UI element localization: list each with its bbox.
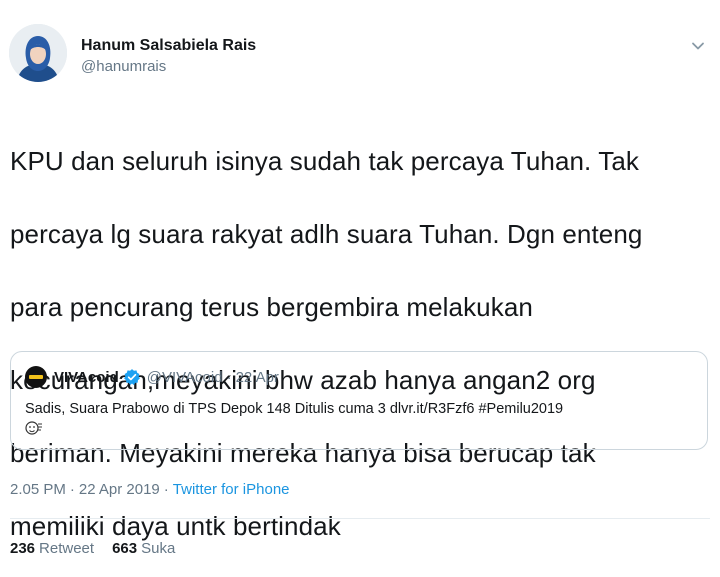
meta-separator: · xyxy=(163,481,169,498)
quoted-date: 22 Apr xyxy=(235,368,279,386)
tweet-stats: 236 Retweet 663 Suka xyxy=(10,540,193,557)
tweet-text: KPU dan seluruh isinya sudah tak percaya… xyxy=(10,106,700,577)
tweet-source-link[interactable]: Twitter for iPhone xyxy=(173,481,290,498)
tweet-text-line: memiliki daya untk bertindak xyxy=(10,510,341,541)
tweet-text-line: para pencurang terus bergembira melakuka… xyxy=(10,291,533,322)
like-label: Suka xyxy=(141,540,176,557)
chevron-down-icon[interactable] xyxy=(690,38,706,54)
quoted-author-handle: @VIVAcoid xyxy=(146,368,223,386)
quoted-author-avatar xyxy=(25,366,47,388)
quoted-author-name: VIVAcoid xyxy=(54,368,119,386)
tweet-date[interactable]: 22 Apr 2019 xyxy=(79,481,160,498)
meta-separator: · xyxy=(69,481,75,498)
quoted-tweet[interactable]: VIVAcoid @VIVAcoid · 22 Apr Sadis, Suara… xyxy=(10,351,708,450)
retweet-count: 236 xyxy=(10,540,36,557)
user-avatar-icon xyxy=(9,24,67,82)
author-avatar[interactable] xyxy=(9,24,67,82)
verified-badge-icon xyxy=(123,369,140,385)
quoted-tweet-header: VIVAcoid @VIVAcoid · 22 Apr xyxy=(25,366,279,388)
tweet-text-line: KPU dan seluruh isinya sudah tak percaya… xyxy=(10,145,639,176)
like-stat[interactable]: 663 Suka xyxy=(112,540,175,557)
divider xyxy=(10,518,710,519)
tweet-meta: 2.05 PM · 22 Apr 2019 · Twitter for iPho… xyxy=(10,481,290,498)
retweet-stat[interactable]: 236 Retweet xyxy=(10,540,94,557)
tweet-time[interactable]: 2.05 PM xyxy=(10,481,66,498)
author-display-name[interactable]: Hanum Salsabiela Rais xyxy=(81,36,256,56)
tweet-text-line: percaya lg suara rakyat adlh suara Tuhan… xyxy=(10,218,643,249)
quoted-tweet-text: Sadis, Suara Prabowo di TPS Depok 148 Di… xyxy=(25,401,564,417)
author-info: Hanum Salsabiela Rais @hanumrais xyxy=(81,36,256,77)
like-count: 663 xyxy=(112,540,138,557)
retweet-label: Retweet xyxy=(39,540,95,557)
quoted-separator: · xyxy=(226,368,232,386)
author-handle[interactable]: @hanumrais xyxy=(81,57,256,77)
emoji-icon xyxy=(25,421,42,435)
